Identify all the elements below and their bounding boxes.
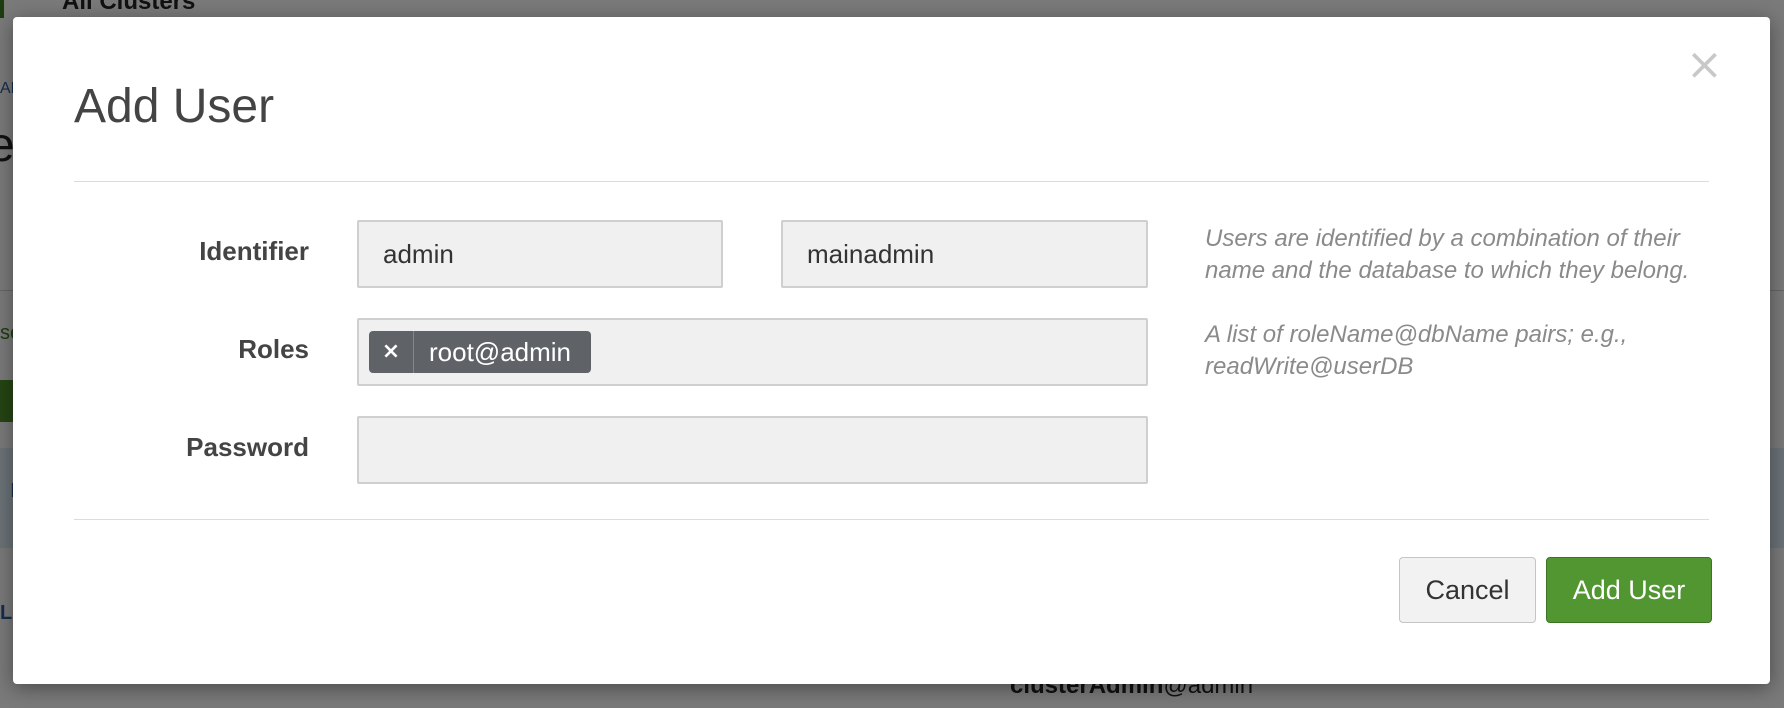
identifier-help-text: Users are identified by a combination of…	[1205, 225, 1690, 284]
dialog-title: Add User	[74, 80, 275, 133]
cancel-button[interactable]: Cancel	[1399, 557, 1536, 623]
close-icon[interactable]: ×	[1686, 43, 1723, 87]
header-divider	[74, 181, 1709, 182]
identifier-username-input[interactable]	[781, 220, 1148, 288]
add-user-button[interactable]: Add User	[1546, 557, 1712, 623]
password-input[interactable]	[357, 416, 1148, 484]
identifier-label: Identifier	[199, 236, 309, 266]
identifier-database-input[interactable]	[357, 220, 723, 288]
role-tag: × root@admin	[369, 331, 592, 373]
password-label: Password	[186, 432, 309, 462]
roles-label: Roles	[238, 334, 309, 364]
footer-divider	[74, 519, 1709, 520]
add-user-dialog: × Add User Identifier Users are identifi…	[13, 17, 1770, 684]
roles-help-text: A list of roleName@dbName pairs; e.g., r…	[1205, 321, 1628, 380]
remove-role-icon[interactable]: ×	[369, 331, 414, 373]
roles-input[interactable]: × root@admin	[357, 318, 1148, 386]
role-tag-label: root@admin	[429, 336, 572, 367]
